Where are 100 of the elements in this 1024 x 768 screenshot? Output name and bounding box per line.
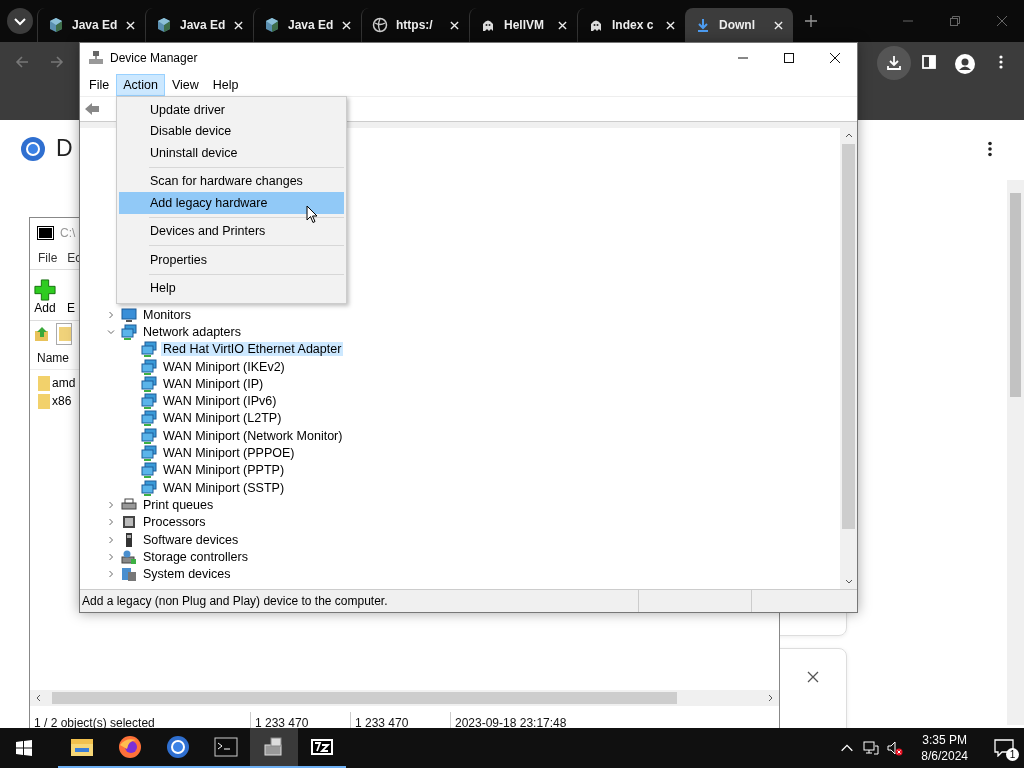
system-icon [121, 566, 137, 583]
expand-toggle-icon[interactable] [107, 327, 115, 336]
tree-item[interactable]: WAN Miniport (IKEv2) [161, 359, 287, 374]
vertical-scrollbar[interactable] [840, 128, 857, 589]
back-arrow-icon[interactable] [14, 54, 30, 70]
menu-item[interactable]: Add legacy hardware [119, 192, 344, 214]
clock-date[interactable]: 8/6/2024 [921, 748, 968, 764]
tree-item[interactable]: Processors [141, 515, 208, 530]
volume-muted-icon[interactable] [887, 740, 904, 756]
network-adapter-icon [141, 341, 157, 358]
up-folder-icon[interactable] [34, 326, 50, 342]
menu-item[interactable]: Properties [119, 249, 344, 271]
status-text: 1 / 2 object(s) selected [33, 715, 156, 732]
network-adapter-icon [141, 427, 157, 444]
status-text: Add a legacy (non Plug and Play) device to the computer. [81, 594, 389, 608]
tree-item[interactable]: WAN Miniport (Network Monitor) [161, 428, 345, 443]
expand-toggle-icon[interactable] [107, 518, 115, 527]
restore-icon[interactable] [949, 15, 961, 27]
tree-item[interactable]: Storage controllers [141, 549, 250, 564]
horizontal-scrollbar[interactable] [30, 690, 779, 706]
tree-item[interactable]: WAN Miniport (IP) [161, 376, 266, 391]
file-name[interactable]: amd [52, 376, 76, 390]
network-adapter-icon [141, 358, 157, 375]
device-manager-icon [88, 50, 104, 66]
globe-icon [372, 17, 388, 33]
scroll-down-icon[interactable] [844, 577, 853, 585]
menu-item[interactable]: Scan for hardware changes [119, 170, 344, 192]
plus-icon [34, 279, 56, 301]
menu-item[interactable]: Help [119, 277, 344, 299]
monitor-icon [121, 306, 137, 323]
expand-toggle-icon[interactable] [107, 570, 115, 579]
column-header[interactable]: Name [37, 351, 69, 365]
close-icon[interactable] [829, 52, 841, 64]
toolbar-button[interactable]: E [59, 270, 83, 320]
scroll-up-icon[interactable] [844, 132, 853, 140]
taskbar-app-button[interactable] [250, 728, 298, 768]
tree-item[interactable]: System devices [141, 567, 233, 582]
menu-item[interactable]: Uninstall device [119, 142, 344, 164]
expand-toggle-icon[interactable] [107, 535, 115, 544]
cube-icon [48, 17, 64, 33]
scroll-left-icon[interactable] [35, 694, 43, 702]
menu-item[interactable]: Action [116, 73, 165, 96]
tree-item[interactable]: Print queues [141, 497, 216, 512]
tree-item[interactable]: WAN Miniport (SSTP) [161, 480, 287, 495]
menu-item[interactable]: Disable device [119, 120, 344, 142]
network-adapter-icon [141, 445, 157, 461]
chrome-logo-icon [21, 137, 45, 161]
expand-toggle-icon[interactable] [107, 552, 115, 561]
network-icon[interactable] [863, 740, 880, 756]
menu-item[interactable]: Devices and Printers [119, 220, 344, 242]
notification-badge: 1 [1006, 748, 1019, 761]
file-name[interactable]: x86 [52, 394, 72, 408]
tree-item[interactable]: Software devices [141, 532, 241, 547]
fox-globe-icon [118, 735, 142, 759]
notification-icon[interactable] [994, 739, 1014, 757]
tree-item[interactable]: WAN Miniport (L2TP) [161, 411, 284, 426]
maximize-icon[interactable] [783, 52, 795, 64]
browser-tab[interactable]: Downl [685, 8, 793, 42]
side-panel-icon[interactable] [921, 54, 937, 70]
round-logo-icon [166, 735, 190, 759]
expand-toggle-icon[interactable] [107, 310, 115, 319]
window-title: C:\ [60, 225, 76, 240]
network-adapter-icon [141, 479, 157, 496]
printer-icon [121, 496, 137, 513]
tree-item[interactable]: Monitors [141, 307, 193, 322]
page-heading: D [56, 135, 73, 162]
download-button[interactable] [877, 46, 911, 80]
menu-item[interactable]: File [82, 73, 117, 96]
menu-item[interactable]: File [38, 251, 58, 265]
app-icon [37, 225, 54, 240]
network-adapter-icon [141, 410, 157, 427]
tree-item[interactable]: Red Hat VirtIO Ethernet Adapter [161, 342, 344, 357]
start-button[interactable] [16, 740, 32, 756]
tree-item[interactable]: WAN Miniport (PPPOE) [161, 446, 297, 460]
menu-item[interactable]: Help [205, 73, 246, 96]
menu-item[interactable]: View [164, 73, 206, 96]
forward-arrow-icon[interactable] [49, 54, 65, 70]
tree-item[interactable]: WAN Miniport (IPv6) [161, 394, 279, 409]
window-title: Device Manager [110, 51, 199, 65]
download-icon [886, 55, 902, 71]
close-icon[interactable] [807, 671, 819, 683]
path-field[interactable] [56, 323, 72, 345]
back-arrow-icon[interactable] [84, 101, 100, 117]
folder-icon [38, 375, 50, 391]
more-options-icon[interactable] [987, 141, 993, 157]
new-tab-icon[interactable] [805, 15, 817, 27]
folder-icon [38, 393, 50, 409]
cube-icon [264, 17, 280, 33]
scrollbar[interactable] [1007, 180, 1024, 725]
tree-item[interactable]: WAN Miniport (PPTP) [161, 463, 287, 478]
profile-icon[interactable] [955, 54, 975, 74]
network-adapter-icon [141, 393, 157, 410]
toolbar-button[interactable]: Add [33, 270, 57, 320]
tab-list-button[interactable] [6, 7, 34, 35]
expand-toggle-icon[interactable] [107, 500, 115, 509]
tree-item[interactable]: Network adapters [141, 324, 243, 339]
menu-item[interactable]: Update driver [119, 99, 344, 121]
clock-time[interactable]: 3:35 PM [922, 732, 967, 748]
scroll-right-icon[interactable] [766, 694, 774, 702]
network-adapter-icon [141, 462, 157, 479]
